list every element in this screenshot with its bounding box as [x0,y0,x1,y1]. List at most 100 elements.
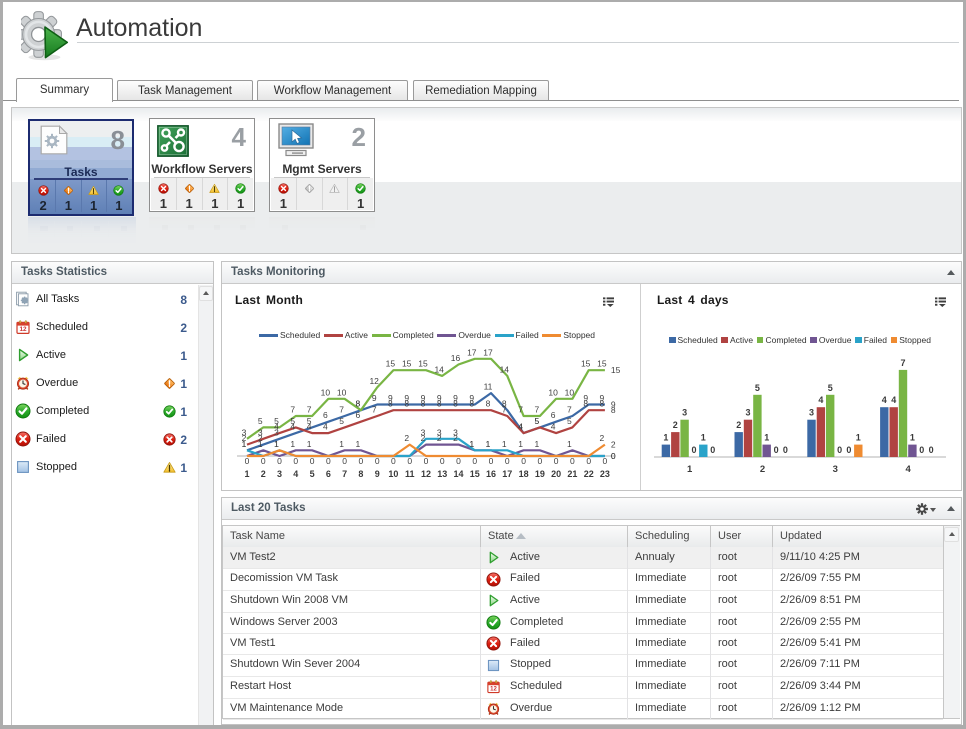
svg-text:15: 15 [402,359,412,369]
svg-text:19: 19 [535,469,545,479]
svg-text:4: 4 [882,395,887,405]
svg-text:0: 0 [456,456,461,466]
svg-text:0: 0 [505,456,510,466]
svg-text:10: 10 [388,469,398,479]
svg-text:15: 15 [470,469,480,479]
svg-text:1: 1 [244,469,249,479]
svg-text:5: 5 [310,469,315,479]
svg-text:14: 14 [434,364,444,374]
svg-text:0: 0 [342,456,347,466]
svg-text:0: 0 [440,456,445,466]
svg-text:1: 1 [307,439,312,449]
svg-text:3: 3 [437,427,442,437]
svg-text:8: 8 [421,399,426,409]
svg-text:7: 7 [342,469,347,479]
svg-text:10: 10 [321,387,331,397]
svg-text:1: 1 [535,439,540,449]
svg-text:8: 8 [469,399,474,409]
svg-text:7: 7 [372,405,377,415]
svg-text:1: 1 [701,433,706,443]
svg-text:1: 1 [290,439,295,449]
svg-text:4: 4 [323,422,328,432]
svg-text:8: 8 [453,399,458,409]
svg-text:15: 15 [597,359,607,369]
svg-text:0: 0 [245,456,250,466]
svg-text:1: 1 [486,439,491,449]
svg-text:1: 1 [274,439,279,449]
svg-text:0: 0 [277,456,282,466]
svg-text:2: 2 [611,440,616,450]
svg-text:0: 0 [603,456,608,466]
svg-text:15: 15 [418,359,428,369]
svg-text:0: 0 [375,456,380,466]
svg-text:0: 0 [846,445,851,455]
svg-text:0: 0 [521,456,526,466]
svg-text:0: 0 [391,456,396,466]
svg-text:0: 0 [424,456,429,466]
svg-text:2: 2 [404,433,409,443]
svg-text:7: 7 [290,405,295,415]
svg-text:3: 3 [833,464,838,475]
svg-text:4: 4 [293,469,298,479]
svg-text:3: 3 [682,408,687,418]
svg-text:8: 8 [404,399,409,409]
svg-text:6: 6 [356,410,361,420]
svg-text:5: 5 [828,383,833,393]
svg-text:20: 20 [551,469,561,479]
svg-text:0: 0 [310,456,315,466]
svg-text:5: 5 [339,416,344,426]
svg-text:15: 15 [386,359,396,369]
svg-text:0: 0 [611,451,616,461]
svg-text:1: 1 [469,439,474,449]
svg-text:6: 6 [323,410,328,420]
svg-text:11: 11 [484,382,493,392]
svg-text:0: 0 [586,456,591,466]
svg-text:4: 4 [551,422,556,432]
svg-text:0: 0 [538,456,543,466]
svg-text:3: 3 [421,427,426,437]
svg-text:8: 8 [437,399,442,409]
svg-text:0: 0 [691,445,696,455]
svg-text:7: 7 [567,405,572,415]
svg-text:13: 13 [437,469,447,479]
svg-text:2: 2 [760,464,765,475]
svg-text:8: 8 [486,399,491,409]
svg-text:8: 8 [611,405,616,415]
svg-text:14: 14 [453,469,463,479]
svg-text:5: 5 [258,416,263,426]
svg-text:0: 0 [489,456,494,466]
svg-text:1: 1 [687,464,693,475]
svg-text:6: 6 [326,469,331,479]
svg-text:3: 3 [277,469,282,479]
svg-text:1: 1 [242,439,247,449]
svg-text:1: 1 [663,433,668,443]
svg-text:3: 3 [242,427,247,437]
svg-text:3: 3 [258,427,263,437]
svg-text:10: 10 [337,387,347,397]
svg-text:5: 5 [274,416,279,426]
svg-text:5: 5 [290,416,295,426]
svg-text:8: 8 [600,399,605,409]
svg-text:11: 11 [405,469,415,479]
svg-text:12: 12 [421,469,431,479]
svg-text:17: 17 [467,347,477,357]
svg-text:2: 2 [673,420,678,430]
svg-text:0: 0 [261,456,266,466]
svg-text:0: 0 [359,456,364,466]
svg-text:0: 0 [929,445,934,455]
svg-text:8: 8 [388,399,393,409]
svg-text:3: 3 [745,408,750,418]
svg-text:0: 0 [710,445,715,455]
svg-text:6: 6 [551,410,556,420]
svg-text:0: 0 [472,456,477,466]
svg-text:5: 5 [535,416,540,426]
svg-text:23: 23 [600,469,610,479]
svg-text:0: 0 [326,456,331,466]
svg-text:22: 22 [584,469,594,479]
svg-text:21: 21 [567,469,577,479]
svg-text:1: 1 [910,433,915,443]
svg-text:7: 7 [502,405,507,415]
svg-text:2: 2 [736,420,741,430]
svg-text:1: 1 [258,439,263,449]
svg-text:4: 4 [905,464,911,475]
